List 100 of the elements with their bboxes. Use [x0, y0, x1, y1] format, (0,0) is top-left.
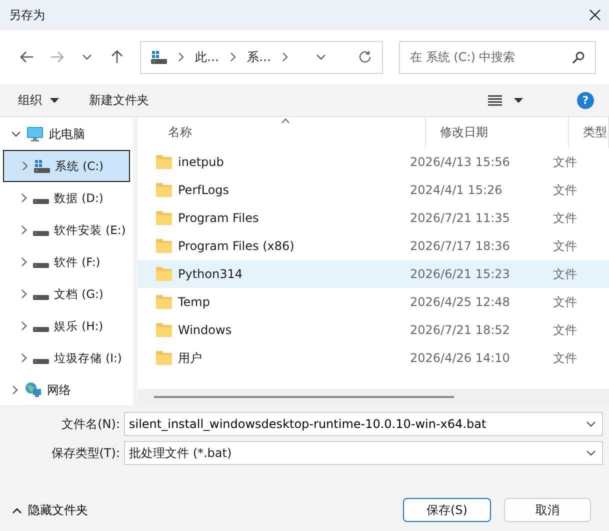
- modified-date: 2024/4/1 15:26: [410, 183, 504, 197]
- file-type: 文件: [553, 294, 578, 310]
- search-icon[interactable]: [572, 50, 585, 64]
- scrollbar-thumb[interactable]: [154, 396, 454, 398]
- column-header[interactable]: 类型: [569, 117, 609, 148]
- breadcrumb-chevron-icon[interactable]: [177, 52, 185, 62]
- window-title: 另存为: [9, 6, 45, 24]
- chevron-icon[interactable]: [11, 385, 19, 395]
- tree-item[interactable]: 文档 (G:): [3, 278, 130, 310]
- file-row[interactable]: Program Files 2026/7/21 11:35 文件: [138, 204, 609, 232]
- modified-date: 2026/4/26 14:10: [410, 351, 511, 365]
- folder-icon: [156, 239, 172, 253]
- tree-item[interactable]: 系统 (C:): [3, 150, 130, 182]
- address-bar[interactable]: 此… 系…: [140, 40, 383, 74]
- folder-icon: [156, 183, 172, 197]
- close-icon[interactable]: [589, 9, 601, 21]
- file-name: PerfLogs: [178, 183, 230, 197]
- tree-item[interactable]: 数据 (D:): [3, 182, 130, 214]
- recent-locations-chevron-icon[interactable]: [82, 53, 92, 61]
- dropdown-icon[interactable]: [586, 420, 596, 428]
- file-type-dropdown[interactable]: 批处理文件 (*.bat): [124, 441, 603, 465]
- tree-item[interactable]: 软件安装 (E:): [3, 214, 130, 246]
- file-type: 文件: [553, 350, 578, 366]
- chevron-icon[interactable]: [20, 289, 28, 299]
- modified-date: 2026/4/13 15:56: [410, 155, 511, 169]
- chevron-icon[interactable]: [11, 130, 21, 138]
- drive-icon: [34, 160, 50, 172]
- save-button[interactable]: 保存(S): [403, 498, 491, 522]
- file-name: inetpub: [178, 155, 224, 169]
- view-list-icon[interactable]: [488, 94, 502, 106]
- file-row[interactable]: Python314 2026/6/21 15:23 文件: [138, 260, 609, 288]
- folder-icon: [156, 323, 172, 337]
- column-header[interactable]: 名称: [154, 117, 426, 148]
- new-folder-button[interactable]: 新建文件夹: [89, 92, 149, 108]
- search-field[interactable]: 在 系统 (C:) 中搜索: [399, 40, 596, 74]
- network-icon: [24, 382, 42, 398]
- organize-button[interactable]: 组织: [18, 92, 59, 108]
- file-name: Python314: [178, 267, 242, 281]
- file-row[interactable]: Windows 2026/7/21 18:52 文件: [138, 316, 609, 344]
- tree-item[interactable]: 软件 (F:): [3, 246, 130, 278]
- drive-icon: [33, 230, 49, 236]
- drive-icon: [33, 326, 49, 332]
- cancel-button[interactable]: 取消: [504, 498, 591, 522]
- file-name: Program Files (x86): [178, 239, 294, 253]
- computer-icon: [26, 126, 44, 142]
- folder-icon: [156, 351, 172, 365]
- file-type: 文件: [553, 322, 578, 338]
- chevron-icon[interactable]: [20, 225, 28, 235]
- hide-folders-button[interactable]: 隐藏文件夹: [12, 502, 88, 518]
- breadcrumb-chevron-icon[interactable]: [229, 52, 237, 62]
- file-name: Program Files: [178, 211, 259, 225]
- modified-date: 2026/6/21 15:23: [410, 267, 511, 281]
- file-row[interactable]: Temp 2026/4/25 12:48 文件: [138, 288, 609, 316]
- field-label: 保存类型(T):: [50, 444, 121, 462]
- address-dropdown-icon[interactable]: [316, 53, 326, 61]
- sort-caret-icon: [281, 118, 290, 124]
- drive-icon: [33, 358, 49, 364]
- file-type: 文件: [553, 154, 578, 170]
- folder-icon: [156, 155, 172, 169]
- breadcrumb[interactable]: 系…: [247, 48, 271, 66]
- folder-icon: [156, 211, 172, 225]
- drive-icon: [151, 50, 167, 64]
- modified-date: 2026/7/21 11:35: [410, 211, 511, 225]
- file-type: 文件: [553, 182, 578, 198]
- tree-item[interactable]: 网络: [3, 374, 130, 406]
- drive-icon: [33, 294, 49, 300]
- file-row[interactable]: inetpub 2026/4/13 15:56 文件: [138, 148, 609, 176]
- file-type: 文件: [553, 238, 578, 254]
- help-button[interactable]: ?: [577, 92, 594, 108]
- breadcrumb[interactable]: 此…: [195, 48, 219, 66]
- back-arrow-icon[interactable]: [20, 51, 34, 63]
- caret-icon: [50, 98, 59, 102]
- file-row[interactable]: PerfLogs 2024/4/1 15:26 文件: [138, 176, 609, 204]
- tree-item[interactable]: 此电脑: [3, 118, 130, 150]
- file-type: 文件: [553, 210, 578, 226]
- file-row[interactable]: Program Files (x86) 2026/7/17 18:36 文件: [138, 232, 609, 260]
- file-name: 用户: [178, 350, 202, 366]
- tree-item[interactable]: 娱乐 (H:): [3, 310, 130, 342]
- file-name: Temp: [178, 295, 210, 309]
- chevron-icon[interactable]: [20, 193, 28, 203]
- column-header[interactable]: 修改日期: [426, 117, 569, 148]
- caret-icon: [514, 98, 523, 102]
- drive-icon: [33, 198, 49, 204]
- chevron-icon[interactable]: [20, 257, 28, 267]
- file-row[interactable]: 用户 2026/4/26 14:10 文件: [138, 344, 609, 372]
- drive-icon: [33, 262, 49, 268]
- modified-date: 2026/4/25 12:48: [410, 295, 511, 309]
- chevron-icon[interactable]: [21, 161, 29, 171]
- refresh-icon[interactable]: [358, 50, 372, 64]
- filename-field[interactable]: silent_install_windowsdesktop-runtime-10.0.10-win-x64.bat: [124, 412, 603, 436]
- file-name: Windows: [178, 323, 232, 337]
- chevron-icon[interactable]: [20, 321, 28, 331]
- modified-date: 2026/7/21 18:52: [410, 323, 511, 337]
- modified-date: 2026/7/17 18:36: [410, 239, 511, 253]
- chevron-up-icon: [12, 506, 22, 514]
- dropdown-icon[interactable]: [586, 449, 596, 457]
- breadcrumb-chevron-icon[interactable]: [281, 52, 289, 62]
- up-arrow-icon[interactable]: [111, 50, 123, 64]
- chevron-icon[interactable]: [20, 353, 28, 363]
- tree-item[interactable]: 垃圾存储 (I:): [3, 342, 130, 374]
